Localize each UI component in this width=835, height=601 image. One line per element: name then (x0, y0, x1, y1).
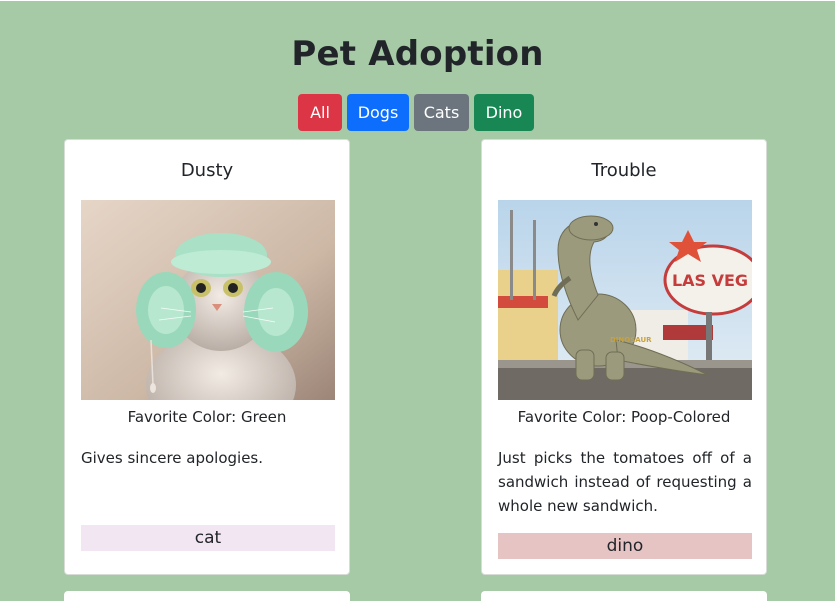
dino-photo: LAS VEG DINOSAUR (498, 200, 752, 400)
pet-type-badge: dino (498, 533, 752, 559)
svg-text:DINOSAUR: DINOSAUR (610, 336, 652, 344)
cat-photo (81, 200, 335, 400)
filter-dogs-button[interactable]: Dogs (347, 94, 409, 131)
pet-card: Trouble LAS VEG DINOSAUR Favorite Color:… (481, 139, 767, 575)
filter-dino-button[interactable]: Dino (474, 94, 534, 131)
favorite-color: Favorite Color: Green (127, 408, 287, 426)
top-border (0, 0, 835, 1)
next-pet-card-edge (64, 591, 350, 601)
pet-type-badge: cat (81, 525, 335, 551)
page-title: Pet Adoption (291, 34, 544, 74)
pet-card: Dusty Favorite Color: Green Gives sincer… (64, 139, 350, 575)
pet-description: Just picks the tomatoes off of a sandwic… (498, 449, 752, 515)
filter-all-button[interactable]: All (298, 94, 342, 131)
next-pet-card-edge (481, 591, 767, 601)
pet-name: Trouble (591, 160, 657, 181)
favorite-color: Favorite Color: Poop-Colored (517, 408, 731, 426)
svg-text:LAS VEG: LAS VEG (672, 271, 748, 290)
filter-cats-button[interactable]: Cats (414, 94, 469, 131)
pet-description: Gives sincere apologies. (81, 449, 264, 467)
pet-name: Dusty (180, 160, 234, 181)
filter-bar: All Dogs Cats Dino (298, 94, 534, 131)
